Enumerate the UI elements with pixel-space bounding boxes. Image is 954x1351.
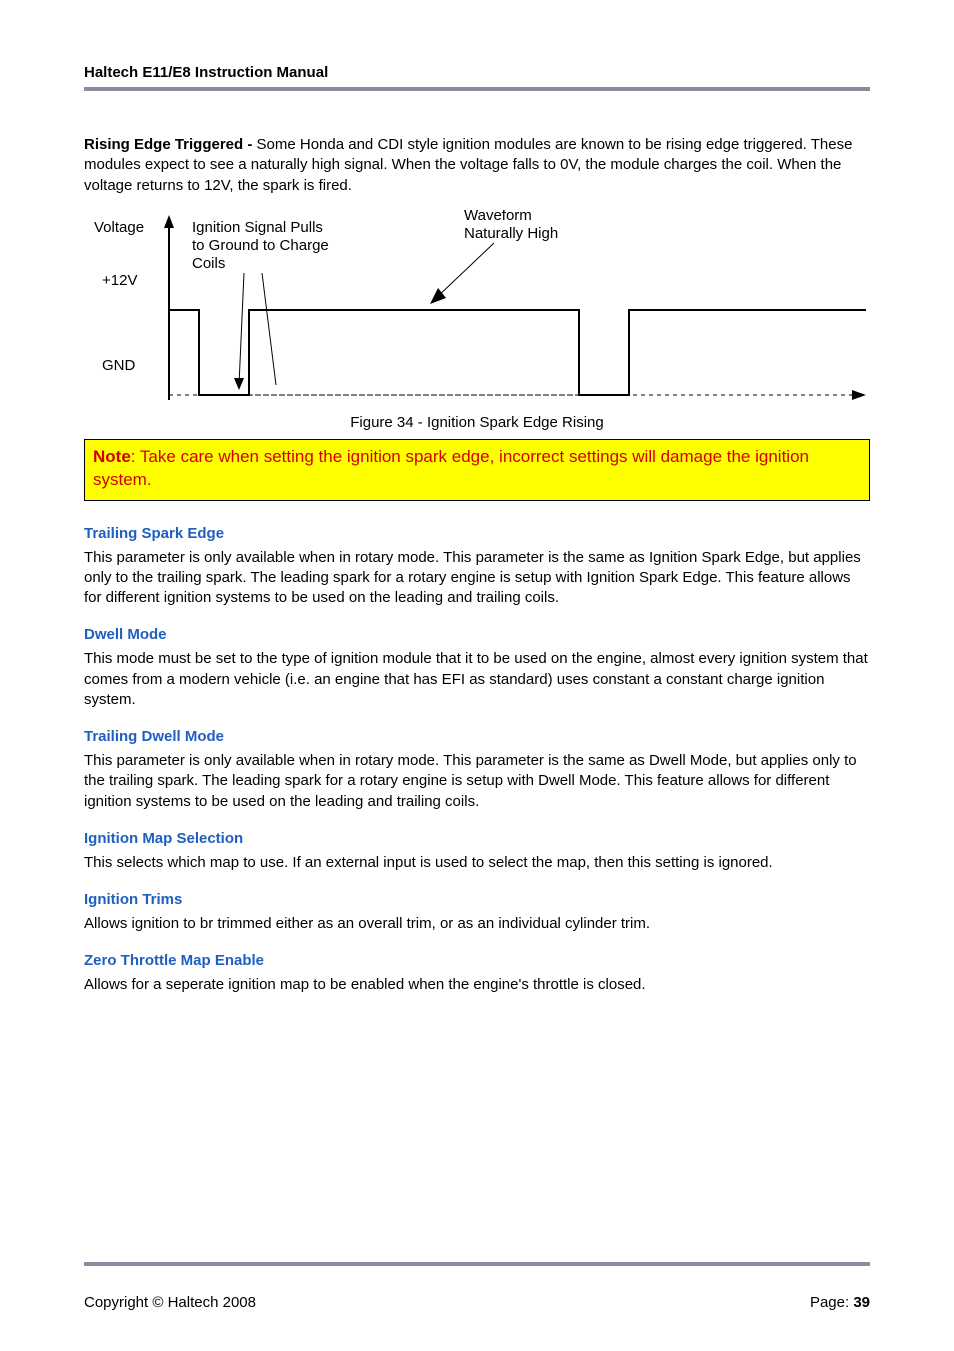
annot-nat-line1: Waveform — [464, 210, 532, 224]
note-label: Note — [93, 447, 131, 466]
section-body: This parameter is only available when in… — [84, 548, 870, 609]
page: Haltech E11/E8 Instruction Manual Rising… — [0, 0, 954, 1351]
section-heading: Ignition Trims — [84, 891, 870, 908]
section-heading: Trailing Dwell Mode — [84, 728, 870, 745]
footer-copyright: Copyright © Haltech 2008 — [84, 1294, 256, 1311]
figure-diagram: Voltage +12V GND Ignition Signal Pulls t… — [84, 210, 870, 410]
annot-nat-line2: Naturally High — [464, 225, 558, 242]
annot-pull-line3: Coils — [192, 255, 225, 272]
footer-page: Page: 39 — [810, 1294, 870, 1311]
section-heading: Ignition Map Selection — [84, 830, 870, 847]
page-header-title: Haltech E11/E8 Instruction Manual — [84, 64, 870, 81]
footer-row: Copyright © Haltech 2008 Page: 39 — [84, 1294, 870, 1311]
note-text: Take care when setting the ignition spar… — [93, 447, 809, 489]
footer-page-label: Page: — [810, 1294, 853, 1311]
footer-page-number: 39 — [853, 1294, 870, 1311]
figure-caption: Figure 34 - Ignition Spark Edge Rising — [84, 414, 870, 431]
section-heading: Zero Throttle Map Enable — [84, 952, 870, 969]
footer-divider — [84, 1262, 870, 1266]
section-body: Allows ignition to br trimmed either as … — [84, 914, 870, 934]
section-heading: Trailing Spark Edge — [84, 525, 870, 542]
section-body: This mode must be set to the type of ign… — [84, 649, 870, 710]
waveform-diagram: Voltage +12V GND Ignition Signal Pulls t… — [84, 210, 870, 410]
axis-tick-low: GND — [102, 357, 136, 374]
intro-bold-lead: Rising Edge Triggered - — [84, 136, 257, 153]
annot-pull-line1: Ignition Signal Pulls — [192, 219, 323, 236]
header-divider — [84, 87, 870, 91]
annot-pull-line2: to Ground to Charge — [192, 237, 329, 254]
section-heading: Dwell Mode — [84, 626, 870, 643]
section-body: Allows for a seperate ignition map to be… — [84, 975, 870, 995]
section-body: This selects which map to use. If an ext… — [84, 853, 870, 873]
axis-label-voltage: Voltage — [94, 219, 144, 236]
note-box: Note: Take care when setting the ignitio… — [84, 439, 870, 501]
section-body: This parameter is only available when in… — [84, 751, 870, 812]
intro-paragraph: Rising Edge Triggered - Some Honda and C… — [84, 135, 870, 196]
axis-tick-high: +12V — [102, 272, 137, 289]
